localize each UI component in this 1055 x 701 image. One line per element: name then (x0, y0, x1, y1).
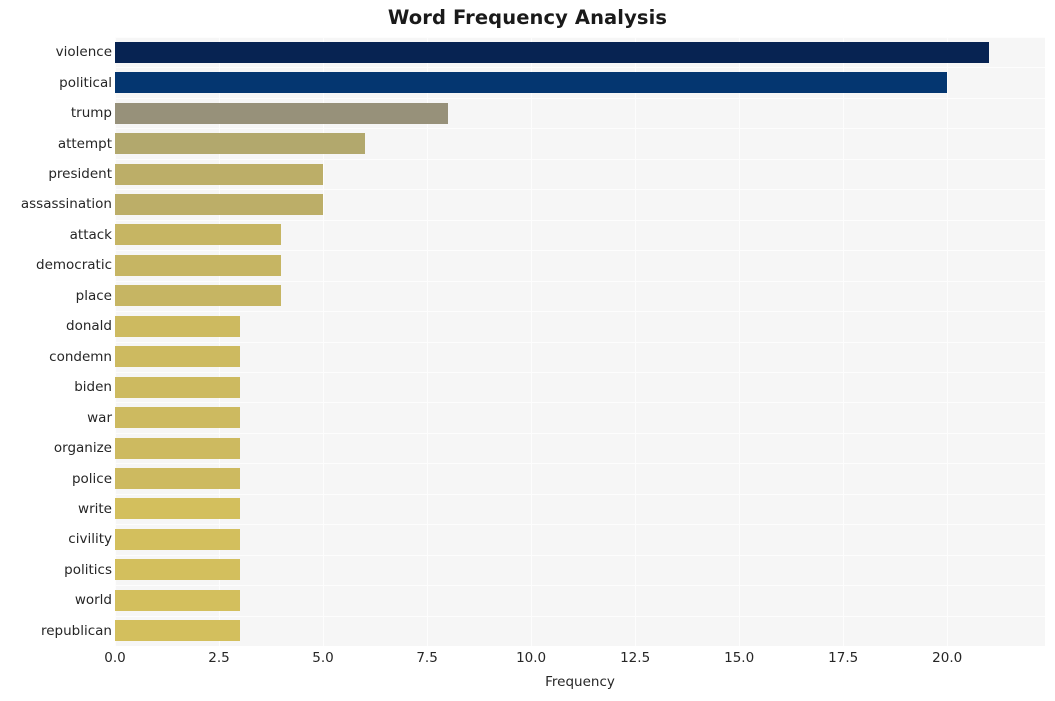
gridline-horizontal (115, 341, 1045, 343)
bar (115, 376, 240, 398)
x-tick-label: 0.0 (104, 650, 126, 666)
x-tick-label: 12.5 (620, 650, 651, 666)
gridline-horizontal (115, 585, 1045, 587)
gridline-horizontal (115, 250, 1045, 252)
x-tick-label: 20.0 (932, 650, 963, 666)
x-tick-label: 15.0 (724, 650, 755, 666)
gridline-vertical (219, 37, 221, 646)
gridline-vertical (843, 37, 845, 646)
gridline-horizontal (115, 311, 1045, 313)
gridline-vertical (947, 37, 949, 646)
bar (115, 285, 282, 307)
bar (115, 41, 989, 63)
bar (115, 346, 240, 368)
gridline-vertical (531, 37, 533, 646)
x-tick-label: 2.5 (208, 650, 230, 666)
gridline-vertical (115, 37, 116, 646)
chart-figure: Word Frequency Analysis violence politica… (0, 0, 1055, 701)
bar (115, 589, 240, 611)
bar (115, 133, 365, 155)
gridline-horizontal (115, 189, 1045, 191)
x-tick-label: 10.0 (516, 650, 547, 666)
y-tick-label: attempt (57, 135, 112, 152)
bar (115, 224, 282, 246)
x-tick-label: 17.5 (828, 650, 859, 666)
bar (115, 193, 324, 215)
gridline-vertical (323, 37, 325, 646)
gridline-vertical (427, 37, 429, 646)
y-tick-label: politics (64, 561, 112, 578)
gridline-horizontal (115, 463, 1045, 465)
bar (115, 254, 282, 276)
x-tick-label: 7.5 (416, 650, 438, 666)
y-tick-label: civility (68, 531, 112, 548)
y-tick-label: donald (66, 318, 112, 335)
y-axis-tick-labels: violence political trump attempt president as… (0, 37, 112, 646)
y-tick-label: write (78, 500, 112, 517)
y-tick-label: attack (69, 226, 112, 243)
y-tick-label: republican (40, 622, 112, 639)
bar (115, 72, 948, 94)
bar (115, 315, 240, 337)
gridline-horizontal (115, 524, 1045, 526)
plot-area (115, 37, 1045, 646)
y-tick-label: biden (74, 379, 112, 396)
x-axis-tick-labels: 0.0 2.5 5.0 7.5 10.0 12.5 15.0 17.5 20.0 (104, 650, 1045, 672)
gridline-horizontal (115, 615, 1045, 617)
y-tick-label: organize (53, 440, 112, 457)
bar (115, 468, 240, 490)
y-tick-label: assassination (20, 196, 112, 213)
y-tick-label: police (71, 470, 112, 487)
chart-title: Word Frequency Analysis (387, 6, 668, 29)
gridline-horizontal (115, 97, 1045, 99)
bar (115, 620, 240, 642)
gridline-horizontal (115, 219, 1045, 221)
y-tick-label: place (75, 287, 112, 304)
bar (115, 528, 240, 550)
x-tick-label: 5.0 (312, 650, 334, 666)
gridline-horizontal (115, 402, 1045, 404)
bar (115, 163, 324, 185)
x-axis-label: Frequency (545, 674, 615, 690)
bar (115, 437, 240, 459)
gridline-horizontal (115, 37, 1045, 38)
bar (115, 559, 240, 581)
y-tick-label: political (59, 74, 112, 91)
y-tick-label: trump (70, 105, 112, 122)
gridline-horizontal (115, 280, 1045, 282)
gridline-horizontal (115, 554, 1045, 556)
y-tick-label: democratic (36, 257, 112, 274)
y-tick-label: president (48, 166, 112, 183)
y-tick-label: violence (55, 44, 112, 61)
gridline-vertical (739, 37, 741, 646)
gridline-vertical (635, 37, 637, 646)
bar (115, 407, 240, 429)
gridline-horizontal (115, 158, 1045, 160)
bar (115, 102, 448, 124)
gridline-horizontal (115, 67, 1045, 69)
y-tick-label: world (74, 592, 112, 609)
y-tick-label: war (87, 409, 112, 426)
y-tick-label: condemn (49, 348, 112, 365)
gridline-horizontal (115, 128, 1045, 130)
gridline-horizontal (115, 371, 1045, 373)
gridline-horizontal (115, 432, 1045, 434)
bar (115, 498, 240, 520)
gridline-horizontal (115, 493, 1045, 495)
